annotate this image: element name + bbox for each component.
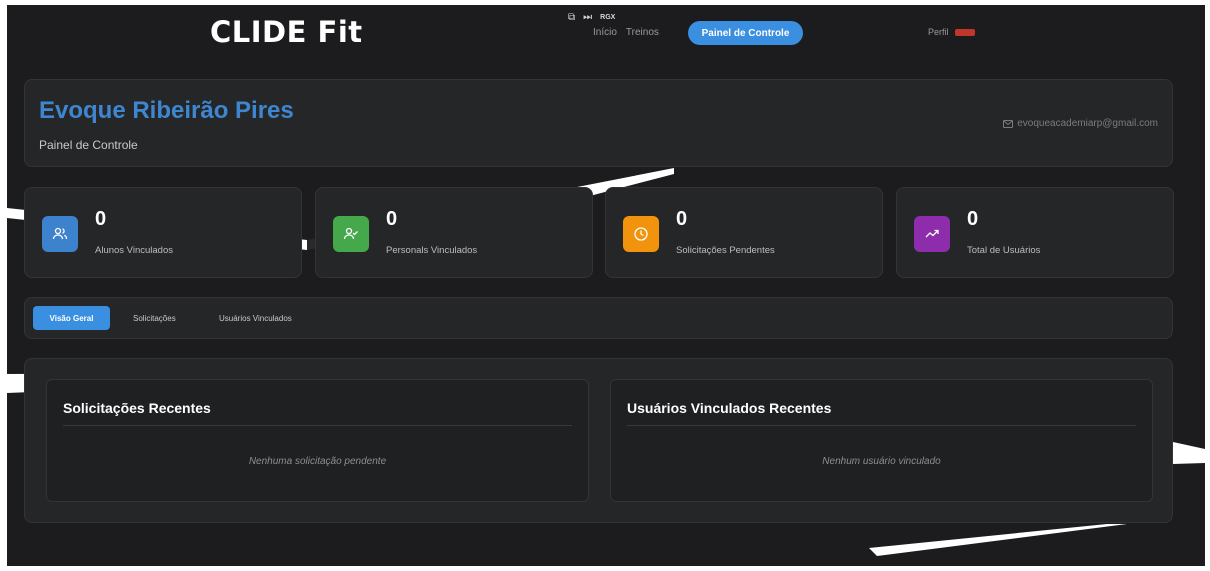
- app-window: CLIDE Fit ⧉ ⏭ RGX Início Treinos Painel …: [7, 5, 1205, 566]
- stat-label: Solicitações Pendentes: [676, 245, 775, 256]
- email-text: evoqueacademiarp@gmail.com: [1017, 118, 1158, 129]
- stat-card-personals: 0 Personals Vinculados: [315, 187, 593, 278]
- stat-label: Personals Vinculados: [386, 245, 478, 256]
- stat-card-solicitacoes: 0 Solicitações Pendentes: [605, 187, 883, 278]
- panel-solicitacoes-recentes: Solicitações Recentes Nenhuma solicitaçã…: [46, 379, 589, 502]
- panel-usuarios-vinculados-recentes: Usuários Vinculados Recentes Nenhum usuá…: [610, 379, 1153, 502]
- stat-label: Alunos Vinculados: [95, 245, 173, 256]
- users-icon: [42, 216, 78, 252]
- panel-title: Solicitações Recentes: [63, 400, 211, 416]
- empty-state-text: Nenhuma solicitação pendente: [248, 456, 387, 467]
- tab-solicitacoes[interactable]: Solicitações: [133, 306, 176, 330]
- brand-logo[interactable]: CLIDE Fit: [210, 15, 363, 49]
- gym-profile-card: Evoque Ribeirão Pires Painel de Controle…: [24, 79, 1173, 167]
- user-check-icon: [333, 216, 369, 252]
- stat-value: 0: [95, 208, 107, 230]
- skip-forward-icon[interactable]: ⏭: [583, 12, 592, 23]
- tabs-bar: Visão Geral Solicitações Usuários Vincul…: [24, 297, 1173, 339]
- stat-value: 0: [967, 208, 979, 230]
- stat-value: 0: [676, 208, 688, 230]
- stat-label: Total de Usuários: [967, 245, 1041, 256]
- perfil-label: Perfil: [928, 27, 949, 37]
- browser-mini-icons: ⧉ ⏭ RGX: [568, 12, 615, 23]
- gym-subtitle: Painel de Controle: [39, 138, 138, 152]
- panel-title: Usuários Vinculados Recentes: [627, 400, 832, 416]
- gym-name: Evoque Ribeirão Pires: [39, 97, 294, 124]
- mail-icon: [1003, 119, 1014, 128]
- stat-card-alunos: 0 Alunos Vinculados: [24, 187, 302, 278]
- empty-state-text: Nenhum usuário vinculado: [822, 456, 941, 467]
- tab-usuarios-vinculados[interactable]: Usuários Vinculados: [219, 306, 292, 330]
- gym-email: evoqueacademiarp@gmail.com: [1003, 118, 1158, 129]
- window-restore-icon[interactable]: ⧉: [568, 12, 575, 23]
- stat-card-total-usuarios: 0 Total de Usuários: [896, 187, 1174, 278]
- clock-icon: [623, 216, 659, 252]
- perfil-flag-icon: [954, 28, 975, 36]
- nav-inicio[interactable]: Início: [593, 27, 617, 38]
- divider: [627, 425, 1136, 426]
- nav-painel-de-controle[interactable]: Painel de Controle: [688, 21, 803, 45]
- stat-value: 0: [386, 208, 398, 230]
- divider: [63, 425, 572, 426]
- overview-content: Solicitações Recentes Nenhuma solicitaçã…: [24, 358, 1173, 523]
- nav-perfil[interactable]: Perfil: [928, 27, 975, 37]
- nav-treinos[interactable]: Treinos: [626, 27, 659, 38]
- trending-up-icon: [914, 216, 950, 252]
- tab-visao-geral[interactable]: Visão Geral: [33, 306, 110, 330]
- main-nav: Início Treinos: [593, 27, 659, 38]
- rgx-label: RGX: [600, 14, 616, 21]
